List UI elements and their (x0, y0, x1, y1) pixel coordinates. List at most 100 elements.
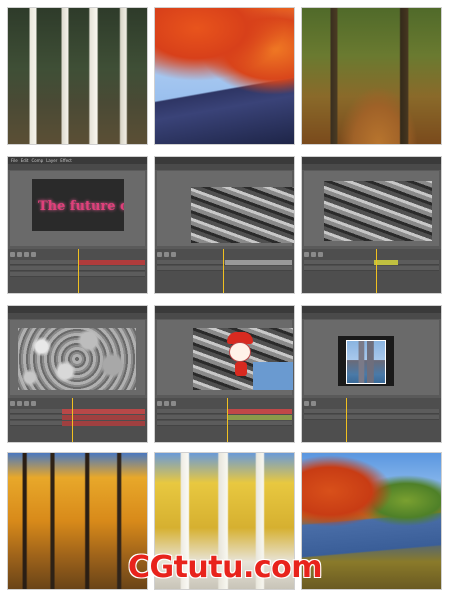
playhead[interactable] (346, 398, 347, 442)
layer-bar[interactable] (225, 260, 292, 265)
timeline-toolbar (10, 400, 145, 407)
tool-btn[interactable] (171, 401, 176, 406)
city-footage (191, 187, 294, 243)
photo-maple-fuji (154, 7, 295, 145)
timeline-toolbar (157, 251, 292, 258)
ae-comp-viewer[interactable] (10, 320, 145, 395)
tool-btn[interactable] (171, 252, 176, 257)
menu-edit[interactable]: Edit (21, 157, 29, 164)
layer-bar[interactable] (78, 260, 145, 265)
menu-comp[interactable]: Comp (31, 157, 43, 164)
photo-forest-path (301, 7, 442, 145)
ae-timeline (8, 249, 147, 293)
tool-btn[interactable] (311, 252, 316, 257)
ae-menubar: File Edit Comp Layer Effect (8, 157, 147, 164)
ae-tabbar (302, 313, 441, 319)
ae-screen-mascot (154, 305, 295, 443)
maple-fuji-image (155, 8, 294, 144)
menu-file[interactable]: File (11, 157, 18, 164)
timeline-row[interactable] (304, 409, 439, 414)
playhead[interactable] (223, 249, 224, 293)
ae-comp-viewer[interactable]: The future city (10, 171, 145, 246)
photo-golden-forest (7, 452, 148, 590)
tool-btn[interactable] (164, 252, 169, 257)
tool-btn[interactable] (157, 252, 162, 257)
menu-layer[interactable]: Layer (46, 157, 57, 164)
photo-lake-autumn (301, 452, 442, 590)
mascot-face (229, 342, 251, 362)
timeline-toolbar (304, 400, 439, 407)
layer-bar[interactable] (62, 421, 145, 426)
layer-bar[interactable] (62, 409, 145, 414)
forest-path-image (302, 8, 441, 144)
timeline-row[interactable] (10, 415, 145, 420)
playhead[interactable] (72, 398, 73, 442)
ae-timeline (155, 249, 294, 293)
timeline-row[interactable] (157, 415, 292, 420)
ae-tabbar (155, 313, 294, 319)
ae-tabbar (155, 164, 294, 170)
lake-autumn-image (302, 453, 441, 589)
mascot-body (235, 362, 247, 376)
photo-birch-autumn (154, 452, 295, 590)
ae-timeline (8, 398, 147, 442)
ae-tabbar (8, 164, 147, 170)
menu-effect[interactable]: Effect (60, 157, 72, 164)
timeline-toolbar (157, 400, 292, 407)
tool-btn[interactable] (318, 252, 323, 257)
tool-btn[interactable] (24, 252, 29, 257)
fractal-noise-layer (18, 328, 136, 390)
tool-btn[interactable] (157, 401, 162, 406)
ae-comp-viewer[interactable] (304, 320, 439, 395)
timeline-row[interactable] (157, 260, 292, 265)
timeline-row[interactable] (157, 409, 292, 414)
lake-inset (253, 362, 293, 390)
ae-tabbar (302, 164, 441, 170)
layer-bar[interactable] (227, 415, 292, 420)
ae-screen-city-2 (301, 156, 442, 294)
playhead[interactable] (376, 249, 377, 293)
timeline-row[interactable] (157, 266, 292, 271)
tool-btn[interactable] (17, 401, 22, 406)
timeline-row[interactable] (304, 260, 439, 265)
title-text: The future city (38, 199, 124, 214)
playhead[interactable] (227, 398, 228, 442)
tool-btn[interactable] (304, 401, 309, 406)
ae-screen-title: File Edit Comp Layer Effect The future c… (7, 156, 148, 294)
tool-btn[interactable] (304, 252, 309, 257)
ae-comp-viewer[interactable] (157, 320, 293, 395)
ae-timeline (302, 249, 441, 293)
photo-birch-forest (7, 7, 148, 145)
tool-btn[interactable] (10, 401, 15, 406)
ae-tabbar (8, 313, 147, 319)
ae-comp-viewer[interactable] (304, 171, 439, 246)
layer-bar[interactable] (227, 409, 292, 414)
ae-screen-castle (301, 305, 442, 443)
timeline-row[interactable] (10, 409, 145, 414)
ae-comp-viewer[interactable] (157, 171, 294, 246)
tool-btn[interactable] (311, 401, 316, 406)
timeline-row[interactable] (304, 415, 439, 420)
tool-btn[interactable] (31, 252, 36, 257)
tool-btn[interactable] (10, 252, 15, 257)
golden-forest-image (8, 453, 147, 589)
ae-timeline (155, 398, 294, 442)
tool-btn[interactable] (17, 252, 22, 257)
city-footage (324, 181, 432, 241)
ae-timeline (302, 398, 441, 442)
comp-frame: The future city (32, 179, 124, 231)
tool-btn[interactable] (24, 401, 29, 406)
tool-btn[interactable] (164, 401, 169, 406)
timeline-toolbar (304, 251, 439, 258)
layer-bar[interactable] (374, 260, 398, 265)
castle-photo[interactable] (346, 340, 386, 384)
ae-menubar (302, 306, 441, 313)
timeline-row[interactable] (157, 421, 292, 426)
timeline-row[interactable] (304, 266, 439, 271)
timeline-row[interactable] (10, 421, 145, 426)
layer-bar[interactable] (62, 415, 145, 420)
ae-menubar (302, 157, 441, 164)
playhead[interactable] (78, 249, 79, 293)
birch-forest-image (8, 8, 147, 144)
tool-btn[interactable] (31, 401, 36, 406)
